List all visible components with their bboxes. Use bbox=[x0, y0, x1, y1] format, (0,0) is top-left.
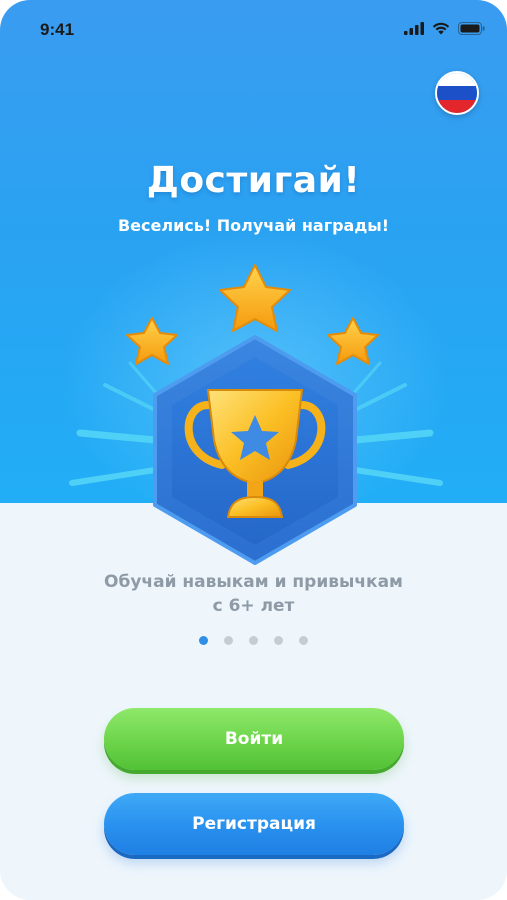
battery-icon bbox=[458, 22, 485, 35]
cellular-signal-icon bbox=[404, 22, 424, 35]
status-time: 9:41 bbox=[40, 20, 75, 39]
page-dot-4[interactable] bbox=[274, 636, 283, 645]
star-icon bbox=[219, 264, 291, 332]
caption-line-1: Обучай навыкам и привычкам bbox=[104, 572, 403, 592]
page-dot-2[interactable] bbox=[224, 636, 233, 645]
flag-stripe-blue bbox=[437, 86, 477, 100]
star-icon bbox=[327, 317, 379, 365]
page-subtitle: Веселись! Получай награды! bbox=[117, 216, 390, 235]
caption-line-2: с 6+ лет bbox=[212, 596, 295, 616]
page-title: Достигай! bbox=[146, 160, 361, 201]
page-indicator bbox=[199, 636, 308, 645]
language-flag-button[interactable] bbox=[435, 71, 479, 115]
page-dot-5[interactable] bbox=[299, 636, 308, 645]
login-button[interactable]: Войти bbox=[104, 708, 404, 770]
onboarding-screen: 9:41 Достигай! Веселись! Получай награды… bbox=[0, 0, 507, 900]
register-button[interactable]: Регистрация bbox=[104, 793, 404, 855]
onboarding-caption: Обучай навыкам и привычкам с 6+ лет bbox=[0, 570, 507, 618]
status-bar: 9:41 bbox=[0, 0, 507, 62]
trophy-illustration bbox=[69, 264, 443, 565]
star-icon bbox=[126, 317, 178, 365]
wifi-icon bbox=[432, 22, 450, 35]
status-icons bbox=[404, 22, 485, 35]
page-dot-3[interactable] bbox=[249, 636, 258, 645]
page-dot-1[interactable] bbox=[199, 636, 208, 645]
